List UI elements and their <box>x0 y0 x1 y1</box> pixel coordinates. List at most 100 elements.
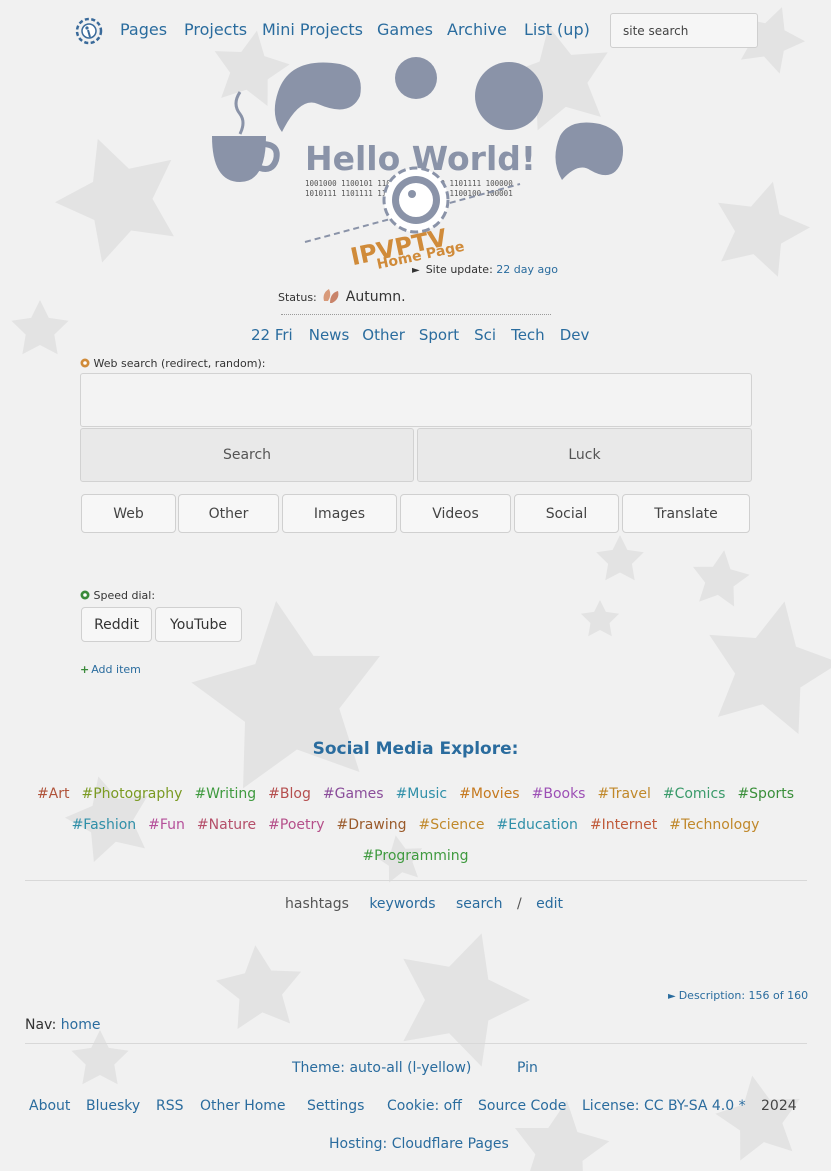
divider <box>25 880 807 881</box>
nav-projects[interactable]: Projects <box>184 20 247 39</box>
cat-tech[interactable]: Tech <box>511 326 545 344</box>
coffee-cup-icon <box>212 91 280 182</box>
hashtag-link[interactable]: #Movies <box>459 786 519 802</box>
hashtag-row-3: #Programming <box>0 848 831 864</box>
hashtag-link[interactable]: #Art <box>37 786 70 802</box>
site-update: ► Site update: 22 day ago <box>412 263 558 276</box>
engine-other[interactable]: Other <box>178 494 279 533</box>
plus-icon: + <box>80 663 90 676</box>
hashtag-link[interactable]: #Games <box>323 786 384 802</box>
hashtag-link[interactable]: #Technology <box>669 817 759 833</box>
footer-rss[interactable]: RSS <box>156 1098 184 1114</box>
engine-social[interactable]: Social <box>514 494 619 533</box>
hashtag-link[interactable]: #Fashion <box>72 817 137 833</box>
engine-web[interactable]: Web <box>81 494 176 533</box>
status-line: Status: Autumn. <box>278 287 406 305</box>
hashtag-link[interactable]: #Comics <box>663 786 726 802</box>
divider <box>25 1043 807 1044</box>
site-update-value[interactable]: 22 day ago <box>496 263 558 276</box>
nav-games[interactable]: Games <box>377 20 433 39</box>
search-button[interactable]: Search <box>80 428 414 482</box>
web-search-label: Web search (redirect, random): <box>80 357 265 370</box>
nav-pages[interactable]: Pages <box>120 20 167 39</box>
engine-videos[interactable]: Videos <box>400 494 511 533</box>
nav-home-link[interactable]: home <box>61 1017 101 1033</box>
status-label: Status: <box>278 291 317 304</box>
hashtag-link[interactable]: #Travel <box>597 786 650 802</box>
web-search-label-text: Web search (redirect, random): <box>93 357 266 370</box>
site-logo-icon[interactable] <box>72 14 106 48</box>
web-search-input[interactable] <box>80 373 752 427</box>
cat-date[interactable]: 22 Fri <box>251 326 293 344</box>
hashtag-link[interactable]: #Nature <box>197 817 256 833</box>
description-text[interactable]: Description: 156 of 160 <box>679 989 808 1002</box>
footer-year: 2024 <box>761 1098 797 1114</box>
speed-dial-label-text: Speed dial: <box>93 589 156 602</box>
hashtag-link[interactable]: #Blog <box>268 786 311 802</box>
speed-dial-youtube[interactable]: YouTube <box>155 607 242 642</box>
expand-triangle-icon: ► <box>668 991 676 1002</box>
separator-slash: / <box>516 896 522 912</box>
divider <box>281 314 551 315</box>
luck-button[interactable]: Luck <box>417 428 752 482</box>
hashtag-row-1: #Art #Photography #Writing #Blog #Games #Musi… <box>0 786 831 802</box>
speed-dial-reddit[interactable]: Reddit <box>81 607 152 642</box>
footer-about[interactable]: About <box>29 1098 70 1114</box>
cat-dev[interactable]: Dev <box>560 326 590 344</box>
site-update-label: Site update: <box>425 263 493 276</box>
cat-sci[interactable]: Sci <box>474 326 496 344</box>
nav-breadcrumb: Nav: home <box>25 1017 100 1033</box>
hashtag-link[interactable]: #Fun <box>148 817 185 833</box>
hashtag-link[interactable]: #Sports <box>737 786 794 802</box>
footer-license[interactable]: License: CC BY-SA 4.0 * <box>582 1098 746 1114</box>
hashtags-label: hashtags <box>285 896 349 912</box>
gear-icon[interactable] <box>80 590 90 600</box>
footer-settings[interactable]: Settings <box>307 1098 364 1114</box>
hashtag-link[interactable]: #Photography <box>82 786 183 802</box>
theme-link[interactable]: Theme: auto-all (l-yellow) <box>292 1060 471 1076</box>
footer-cookie[interactable]: Cookie: off <box>387 1098 462 1114</box>
hashtag-link[interactable]: #Music <box>396 786 448 802</box>
footer-bluesky[interactable]: Bluesky <box>86 1098 140 1114</box>
nav-label: Nav: <box>25 1017 57 1033</box>
hashtag-link[interactable]: #Writing <box>194 786 256 802</box>
hashtag-subnav: hashtags keywords search / edit <box>285 896 563 912</box>
search-link[interactable]: search <box>456 896 503 912</box>
footer-source-code[interactable]: Source Code <box>478 1098 566 1114</box>
ipvptv-emblem-icon <box>382 166 450 234</box>
social-media-explore-title: Social Media Explore: <box>312 739 519 759</box>
cat-sport[interactable]: Sport <box>419 326 459 344</box>
hashtag-link[interactable]: #Internet <box>590 817 657 833</box>
hashtag-row-2: #Fashion #Fun #Nature #Poetry #Drawing #Scien… <box>0 817 831 833</box>
edit-link[interactable]: edit <box>536 896 563 912</box>
keywords-link[interactable]: keywords <box>369 896 435 912</box>
cat-news[interactable]: News <box>309 326 350 344</box>
hashtag-link[interactable]: #Science <box>418 817 484 833</box>
top-navigation: Pages Projects Mini Projects Games Archi… <box>0 0 831 62</box>
expand-triangle-icon[interactable]: ► <box>412 265 420 276</box>
status-value: Autumn. <box>345 289 406 305</box>
gear-icon[interactable] <box>80 358 90 368</box>
add-item-link[interactable]: Add item <box>91 663 141 676</box>
description-toggle[interactable]: ► Description: 156 of 160 <box>668 989 808 1002</box>
hashtag-link[interactable]: #Books <box>532 786 586 802</box>
hashtag-link[interactable]: #Education <box>497 817 578 833</box>
nav-list-up[interactable]: List (up) <box>524 20 590 39</box>
hashtag-link[interactable]: #Poetry <box>268 817 324 833</box>
pin-link[interactable]: Pin <box>517 1060 538 1076</box>
engine-translate[interactable]: Translate <box>622 494 750 533</box>
nav-archive[interactable]: Archive <box>447 20 507 39</box>
hashtag-link[interactable]: #Programming <box>362 848 468 864</box>
cat-other[interactable]: Other <box>362 326 405 344</box>
category-nav: 22 Fri News Other Sport Sci Tech Dev <box>251 326 602 344</box>
footer-other-home[interactable]: Other Home <box>200 1098 286 1114</box>
add-item[interactable]: + Add item <box>80 663 141 676</box>
footer-hosting[interactable]: Hosting: Cloudflare Pages <box>329 1136 509 1152</box>
hashtag-link[interactable]: #Drawing <box>337 817 407 833</box>
hello-world-banner: Hello World! 1001000 1100101 1101100 110… <box>212 57 624 271</box>
speed-dial-label: Speed dial: <box>80 589 155 602</box>
autumn-leaves-icon <box>323 289 339 303</box>
engine-images[interactable]: Images <box>282 494 397 533</box>
site-search-input[interactable] <box>610 13 758 48</box>
nav-mini-projects[interactable]: Mini Projects <box>262 20 363 39</box>
